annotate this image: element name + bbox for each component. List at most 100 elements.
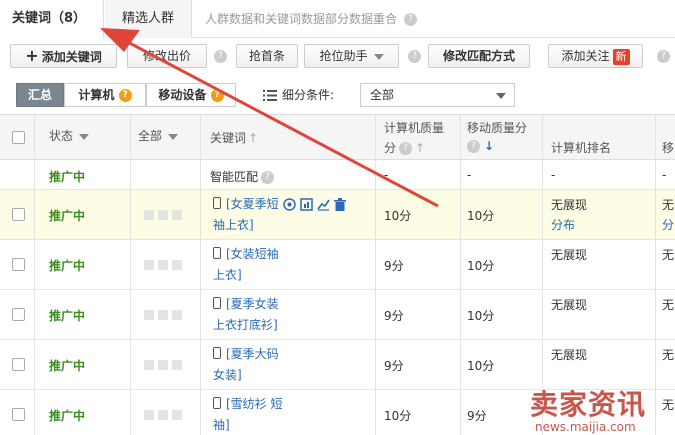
pc-quality-value: 10分 xyxy=(384,209,412,223)
tab-bar: 关键词（8） 精选人群 人群数据和关键词数据部分数据重合 ? xyxy=(0,0,675,39)
segment-computer-label: 计算机 xyxy=(78,88,115,102)
help-icon[interactable]: ? xyxy=(408,50,421,63)
modify-match-button[interactable]: 修改匹配方式 xyxy=(428,44,530,68)
header-status[interactable]: 状态 xyxy=(49,127,90,144)
header-pc-quality[interactable]: 分? ↑ xyxy=(384,139,425,156)
row-checkbox[interactable] xyxy=(12,358,25,371)
help-icon[interactable]: ? xyxy=(403,13,417,26)
pc-quality-value: 9分 xyxy=(384,309,404,323)
keyword-link-cont[interactable]: 上衣] xyxy=(213,268,242,282)
mobile-phone-icon xyxy=(213,397,221,409)
watermark-title: 卖家资讯 xyxy=(530,388,647,421)
row-checkbox[interactable] xyxy=(12,308,25,321)
warning-icon: ? xyxy=(118,89,132,102)
row-checkbox[interactable] xyxy=(12,408,25,421)
tab-info-label: 人群数据和关键词数据部分数据重合 xyxy=(205,12,398,26)
keyword-cell: [雪纺衫 短袖] xyxy=(213,394,283,435)
keyword-link[interactable]: [雪纺衫 短 xyxy=(226,397,283,411)
header-all[interactable]: 全部 xyxy=(138,127,179,144)
header-mobile-rank: 移 xyxy=(662,141,675,155)
smart-match-label: 智能匹配? xyxy=(210,168,275,185)
help-icon[interactable]: ? xyxy=(399,142,413,155)
keyword-link-cont[interactable]: 女装] xyxy=(213,368,242,382)
report-icon[interactable] xyxy=(299,198,313,211)
select-all-checkbox[interactable] xyxy=(12,131,25,144)
status-text: 推广中 xyxy=(49,259,86,273)
keyword-cell: [女夏季短袖上衣] xyxy=(213,194,346,236)
segment-mobile[interactable]: 移动设备 ? xyxy=(146,83,236,107)
keyword-link[interactable]: [女夏季短 xyxy=(226,197,279,211)
watermark-url: news.maijia.com xyxy=(535,420,636,434)
filter-bar: 汇总 计算机 ? 移动设备 ? 细分条件: 全部 xyxy=(0,80,675,110)
grab-first-button[interactable]: 抢首条 xyxy=(236,44,298,68)
mobile-rank-value: 无 xyxy=(662,298,675,312)
plus-icon: + xyxy=(25,46,39,65)
segment-summary[interactable]: 汇总 xyxy=(16,83,64,107)
target-icon[interactable] xyxy=(282,198,296,211)
rank-helper-dropdown[interactable]: 抢位助手 xyxy=(304,44,399,68)
help-icon[interactable]: ? xyxy=(261,171,275,184)
keyword-line-2: 上衣] xyxy=(213,265,279,286)
help-icon[interactable]: ? xyxy=(657,50,670,63)
tab-keywords[interactable]: 关键词（8） xyxy=(0,0,104,39)
chevron-down-icon xyxy=(168,133,179,140)
help-icon[interactable]: ? xyxy=(214,50,227,63)
segment-mobile-label: 移动设备 xyxy=(158,88,207,102)
keyword-line-2: 袖] xyxy=(213,415,283,435)
keyword-link[interactable]: [夏季大码 xyxy=(226,347,279,361)
pc-rank-value: 无展现 xyxy=(551,348,588,362)
smart-match-text: 智能匹配 xyxy=(210,170,259,184)
trend-chart-icon[interactable] xyxy=(317,198,330,211)
row-checkbox[interactable] xyxy=(12,258,25,271)
row-checkbox[interactable] xyxy=(12,208,25,221)
condition-select[interactable]: 全部 xyxy=(360,83,515,107)
condition-label: 细分条件: xyxy=(263,83,334,107)
condition-select-value: 全部 xyxy=(370,88,395,102)
mobile-quality-value: - xyxy=(467,168,472,182)
mobile-rank-value: 无 xyxy=(662,398,675,412)
sort-up-icon: ↑ xyxy=(248,131,259,145)
pc-quality-value: 9分 xyxy=(384,359,404,373)
keyword-line-2: 袖上衣] xyxy=(213,215,346,236)
keyword-line-2: 女装] xyxy=(213,365,279,386)
mobile-rank-link[interactable]: 分 xyxy=(662,216,674,233)
keyword-cell: [夏季女装上衣打底衫] xyxy=(213,294,279,336)
keyword-link[interactable]: [女装短袖 xyxy=(226,247,279,261)
header-status-label: 状态 xyxy=(49,129,74,143)
mobile-phone-icon xyxy=(213,197,221,209)
placeholder-blocks xyxy=(144,209,186,223)
header-mobile-quality-controls[interactable]: ? ↓ xyxy=(467,139,494,153)
mobile-rank-value: - xyxy=(662,168,667,182)
keyword-cell: [夏季大码女装] xyxy=(213,344,279,386)
list-icon xyxy=(263,90,277,101)
add-keyword-button[interactable]: + 添加关键词 xyxy=(10,44,117,68)
pc-rank-value: 无展现 xyxy=(551,298,588,312)
keyword-link[interactable]: [夏季女装 xyxy=(226,297,279,311)
pc-rank-value: 无展现 xyxy=(551,248,588,262)
help-icon[interactable]: ? xyxy=(467,140,480,153)
modify-price-button[interactable]: 修改出价 xyxy=(127,44,207,68)
header-keyword-label: 关键词 xyxy=(210,131,247,145)
header-pc-quality-1: 计算机质量 xyxy=(384,121,445,135)
placeholder-blocks xyxy=(144,409,186,423)
tab-info-text: 人群数据和关键词数据部分数据重合 ? xyxy=(205,0,417,38)
mobile-phone-icon xyxy=(213,347,221,359)
keyword-line-1: [女夏季短 xyxy=(213,194,346,215)
pc-rank-link[interactable]: 分布 xyxy=(551,216,575,233)
warning-icon: ? xyxy=(210,89,224,102)
keyword-link-cont[interactable]: 袖] xyxy=(213,418,230,432)
pc-rank-value: - xyxy=(551,168,556,182)
keyword-link-cont[interactable]: 上衣打底衫] xyxy=(213,318,278,332)
keyword-link-cont[interactable]: 袖上衣] xyxy=(213,218,254,232)
keyword-line-2: 上衣打底衫] xyxy=(213,315,279,336)
placeholder-blocks xyxy=(144,259,186,273)
rank-helper-label: 抢位助手 xyxy=(319,49,368,63)
tab-selected-crowd[interactable]: 精选人群 xyxy=(105,0,192,38)
chevron-down-icon xyxy=(79,133,90,140)
pc-quality-value: - xyxy=(384,168,389,182)
pc-quality-value: 10分 xyxy=(384,409,412,423)
add-follow-button[interactable]: 添加关注新 xyxy=(548,44,643,68)
segment-computer[interactable]: 计算机 ? xyxy=(64,83,146,107)
trash-icon[interactable] xyxy=(333,198,346,211)
header-keyword[interactable]: 关键词 ↑ xyxy=(210,129,258,146)
